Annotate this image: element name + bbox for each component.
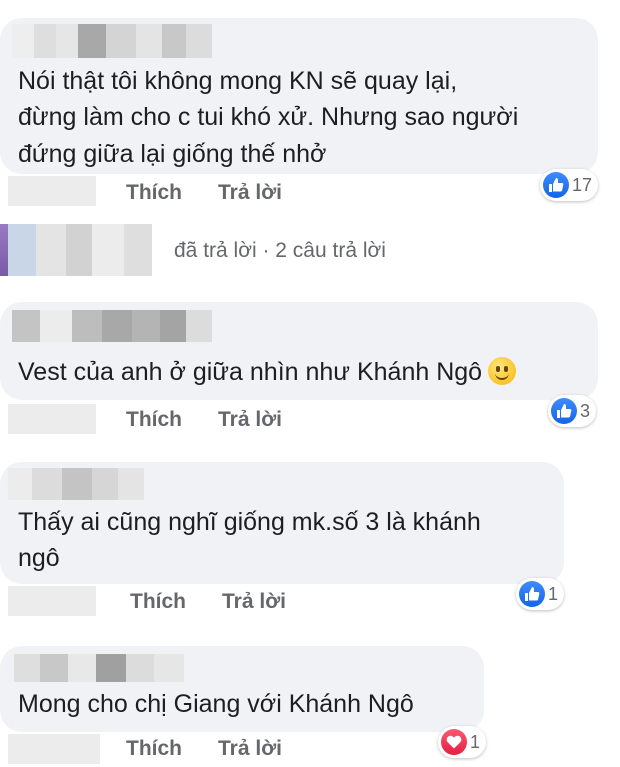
reply-button[interactable]: Trả lời: [218, 408, 282, 432]
blurred-author-name: [8, 468, 144, 500]
blurred-timestamp: [8, 586, 96, 616]
reaction-summary[interactable]: 1: [438, 726, 487, 758]
reaction-count: 17: [572, 174, 593, 195]
comment-text: Vest của anh ở giữa nhìn như Khánh Ngô: [18, 358, 483, 386]
reply-button[interactable]: Trả lời: [218, 181, 282, 205]
like-button[interactable]: Thích: [130, 590, 186, 614]
reaction-summary[interactable]: 17: [540, 169, 599, 201]
blurred-author-name: [12, 310, 212, 342]
reaction-count: 1: [548, 583, 559, 604]
comment-bubble: Vest của anh ở giữa nhìn như Khánh Ngô: [0, 302, 598, 400]
comment-bubble: Nói thật tôi không mong KN sẽ quay lại, …: [0, 18, 598, 174]
like-button[interactable]: Thích: [126, 737, 182, 761]
reaction-summary[interactable]: 3: [548, 395, 597, 427]
blurred-author-name: [12, 24, 212, 58]
comment-text-line: đừng làm cho c tui khó xử. Nhưng sao ngư…: [18, 103, 519, 131]
comment-bubble: Mong cho chị Giang với Khánh Ngô: [0, 646, 484, 732]
comment-text-line: Vest của anh ở giữa nhìn như Khánh Ngô: [18, 353, 517, 391]
comment-text-line: Thấy ai cũng nghĩ giống mk.số 3 là khánh: [18, 508, 481, 536]
reaction-count: 1: [470, 731, 481, 752]
blurred-timestamp: [8, 176, 96, 206]
like-button[interactable]: Thích: [126, 181, 182, 205]
like-icon: [551, 398, 577, 424]
blurred-timestamp: [8, 734, 100, 764]
comment-text-line: Nói thật tôi không mong KN sẽ quay lại,: [18, 67, 458, 95]
reply-button[interactable]: Trả lời: [222, 590, 286, 614]
comment-bubble: Thấy ai cũng nghĩ giống mk.số 3 là khánh…: [0, 462, 564, 584]
reaction-count: 3: [580, 400, 591, 421]
view-replies-link[interactable]: đã trả lời · 2 câu trả lời: [174, 239, 386, 263]
slightly-smiling-face-emoji: [488, 357, 517, 385]
comment-text-line: Mong cho chị Giang với Khánh Ngô: [18, 690, 414, 718]
love-icon: [441, 729, 467, 755]
reply-button[interactable]: Trả lời: [218, 737, 282, 761]
comment-text-line: đứng giữa lại giống thế nhở: [18, 140, 327, 168]
like-button[interactable]: Thích: [126, 408, 182, 432]
blurred-reply-avatars: [0, 224, 170, 276]
blurred-author-name: [14, 654, 184, 682]
like-icon: [543, 172, 569, 198]
comment-text-line: ngô: [18, 544, 60, 572]
like-icon: [519, 581, 545, 607]
blurred-timestamp: [8, 404, 96, 434]
reaction-summary[interactable]: 1: [516, 578, 565, 610]
